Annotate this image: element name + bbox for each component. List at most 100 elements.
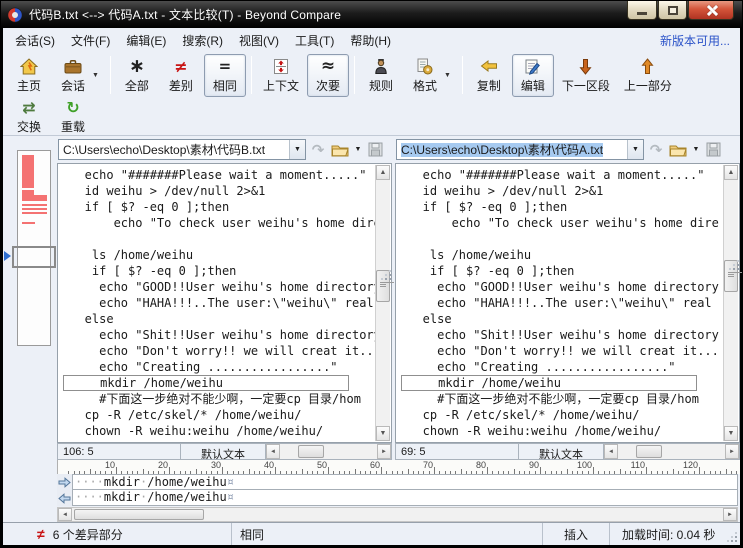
chevron-down-icon[interactable]: ▼ xyxy=(289,140,305,159)
toolbar-button-all[interactable]: ∗全部 xyxy=(116,54,158,97)
toolbar-button-label: 相同 xyxy=(213,77,237,94)
browse-folder-icon[interactable] xyxy=(330,140,350,160)
toolbar-button-context[interactable]: 上下文 xyxy=(257,54,305,97)
chevron-down-icon[interactable]: ▼ xyxy=(627,140,643,159)
minimize-button[interactable] xyxy=(627,1,657,20)
code-line: else xyxy=(401,311,723,327)
right-path-combobox[interactable]: C:\Users\echo\Desktop\素材\代码A.txt ▼ xyxy=(396,139,644,160)
context-icon xyxy=(273,57,289,76)
code-line: echo "HAHA!!!..The user:\"weihu\" real xyxy=(401,295,723,311)
toolbar-button-sessions[interactable]: 会话▼ xyxy=(52,54,105,97)
toolbar-button-label: 差别 xyxy=(169,77,193,94)
scroll-down-icon[interactable]: ▼ xyxy=(376,426,390,441)
reopen-icon[interactable]: ↷ xyxy=(647,140,665,160)
syntax-format[interactable]: 默认文本 xyxy=(181,444,266,459)
scroll-down-icon[interactable]: ▼ xyxy=(724,426,738,441)
section-status: 相同 xyxy=(240,526,264,543)
toolbar-button-reload[interactable]: ↻重载 xyxy=(52,95,94,138)
scrollbar-thumb[interactable] xyxy=(636,445,662,458)
copy-to-left-arrow-icon[interactable] xyxy=(57,490,72,506)
code-line: if [ $? -eq 0 ];then xyxy=(401,199,723,215)
toolbar-button-label: 格式 xyxy=(413,77,437,94)
dropdown-arrow-icon[interactable]: ▼ xyxy=(444,72,451,79)
toolbar-button-copy[interactable]: 复制 xyxy=(468,54,510,97)
maximize-button[interactable] xyxy=(658,1,687,20)
toolbar-button-prev-part[interactable]: 上一部分 xyxy=(618,54,678,97)
same-icon: = xyxy=(219,57,232,76)
scroll-right-icon[interactable]: ► xyxy=(725,444,739,459)
beyond-compare-window: 代码B.txt <--> 代码A.txt - 文本比较(T) - Beyond … xyxy=(0,0,743,548)
all-icon: ∗ xyxy=(129,57,145,76)
right-path-text: C:\Users\echo\Desktop\素材\代码A.txt xyxy=(397,141,627,158)
copy-icon xyxy=(480,57,498,76)
scroll-right-icon[interactable]: ► xyxy=(377,444,391,459)
right-horizontal-scrollbar[interactable]: ◄ ► xyxy=(604,444,739,459)
toolbar-button-next-section[interactable]: 下一区段 xyxy=(556,54,616,97)
toolbar-button-diffs[interactable]: ≠差别 xyxy=(160,54,202,97)
resize-grip[interactable] xyxy=(726,523,740,545)
ruler-label: 30 xyxy=(211,460,221,470)
left-vertical-scrollbar[interactable]: ▲ ▼ xyxy=(375,165,390,441)
scroll-left-icon[interactable]: ◄ xyxy=(604,444,618,459)
code-line xyxy=(401,231,723,247)
detail-horizontal-scrollbar[interactable]: ◄ ► xyxy=(57,507,738,522)
secondary-toolbar: ⇄交换↻重载 xyxy=(3,98,740,136)
toolbar-button-label: 次要 xyxy=(316,77,340,94)
toolbar-button-home[interactable]: 主页 xyxy=(8,54,50,97)
toolbar-button-edit[interactable]: 编辑 xyxy=(512,54,554,97)
chevron-down-icon[interactable]: ▼ xyxy=(691,140,701,160)
title-bar[interactable]: 代码B.txt <--> 代码A.txt - 文本比较(T) - Beyond … xyxy=(1,1,742,28)
menu-item-4[interactable]: 视图(V) xyxy=(231,29,287,52)
compare-area: C:\Users\echo\Desktop\素材\代码B.txt ▼ ↷ ▼ xyxy=(3,136,740,460)
right-vertical-scrollbar[interactable]: ▲ ▼ xyxy=(723,165,738,441)
menu-item-1[interactable]: 文件(F) xyxy=(63,29,118,52)
menu-item-5[interactable]: 工具(T) xyxy=(287,29,342,52)
diff-mark xyxy=(22,212,47,214)
scrollbar-thumb[interactable] xyxy=(298,445,324,458)
left-pane-status: 106: 5 默认文本 ◄ ► xyxy=(57,443,392,460)
dropdown-arrow-icon[interactable]: ▼ xyxy=(92,72,99,79)
copy-to-right-arrow-icon[interactable] xyxy=(57,474,72,490)
diff-map-viewport[interactable] xyxy=(12,246,56,268)
scroll-up-icon[interactable]: ▲ xyxy=(724,165,738,180)
save-icon[interactable] xyxy=(704,140,722,160)
menu-item-6[interactable]: 帮助(H) xyxy=(342,29,399,52)
syntax-format[interactable]: 默认文本 xyxy=(519,444,604,459)
save-icon[interactable] xyxy=(366,140,384,160)
scrollbar-thumb[interactable] xyxy=(724,260,738,292)
menu-item-0[interactable]: 会话(S) xyxy=(7,29,63,52)
code-line: if [ $? -eq 0 ];then xyxy=(401,263,723,279)
left-horizontal-scrollbar[interactable]: ◄ ► xyxy=(266,444,391,459)
scrollbar-thumb[interactable] xyxy=(376,270,390,302)
code-line: echo "GOOD!!User weihu's home directory xyxy=(401,279,723,295)
reopen-icon[interactable]: ↷ xyxy=(309,140,327,160)
toolbar-button-minor[interactable]: ≈次要 xyxy=(307,54,349,97)
close-button[interactable] xyxy=(688,1,734,20)
menu-item-3[interactable]: 搜索(R) xyxy=(174,29,231,52)
scrollbar-thumb[interactable] xyxy=(74,509,204,520)
scroll-left-icon[interactable]: ◄ xyxy=(58,508,72,521)
right-editor-pane[interactable]: echo "#######Please wait a moment....." … xyxy=(395,163,740,443)
toolbar-button-rules[interactable]: 规则 xyxy=(360,54,402,97)
scroll-left-icon[interactable]: ◄ xyxy=(266,444,280,459)
diff-detail-text[interactable]: ····mkdir·/home/weihu¤ xyxy=(72,490,738,506)
diff-detail-row-2: ····mkdir·/home/weihu¤ xyxy=(57,490,740,506)
menu-item-2[interactable]: 编辑(E) xyxy=(118,29,174,52)
toolbar-separator xyxy=(110,56,111,94)
left-editor-pane[interactable]: echo "#######Please wait a moment....." … xyxy=(57,163,392,443)
scroll-up-icon[interactable]: ▲ xyxy=(376,165,390,180)
scroll-right-icon[interactable]: ► xyxy=(723,508,737,521)
code-line: echo "Creating ................." xyxy=(63,359,375,375)
diff-detail-text[interactable]: ····mkdir·/home/weihu¤ xyxy=(72,474,738,490)
minor-icon: ≈ xyxy=(321,57,335,76)
browse-folder-icon[interactable] xyxy=(668,140,688,160)
new-version-link[interactable]: 新版本可用... xyxy=(660,32,736,49)
right-pane-status: 69: 5 默认文本 ◄ ► xyxy=(395,443,740,460)
toolbar-button-swap[interactable]: ⇄交换 xyxy=(8,95,50,138)
left-path-combobox[interactable]: C:\Users\echo\Desktop\素材\代码B.txt ▼ xyxy=(58,139,306,160)
left-file-panel: C:\Users\echo\Desktop\素材\代码B.txt ▼ ↷ ▼ xyxy=(57,136,392,460)
chevron-down-icon[interactable]: ▼ xyxy=(353,140,363,160)
toolbar-button-format[interactable]: 格式 ▼ xyxy=(404,54,457,97)
toolbar-button-same[interactable]: =相同 xyxy=(204,54,246,97)
format-icon xyxy=(416,57,433,76)
